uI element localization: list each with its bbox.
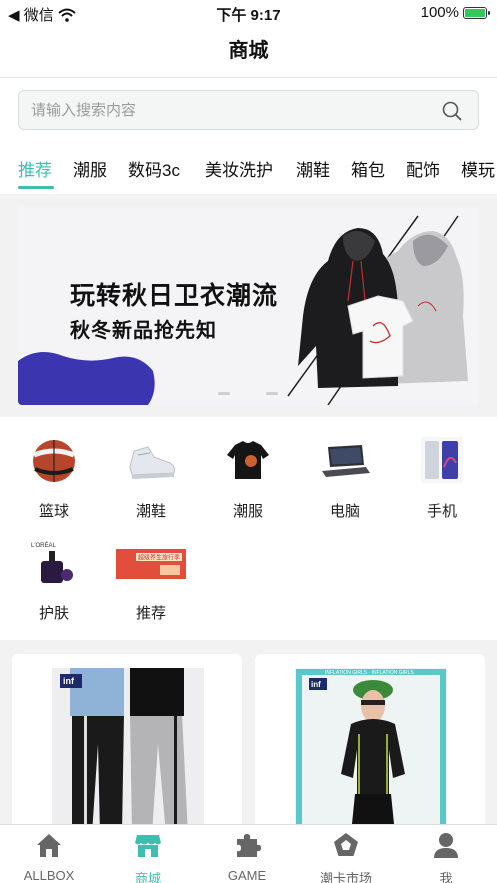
category-sneakers[interactable]: 潮鞋 — [121, 437, 181, 521]
carousel-dot[interactable] — [266, 392, 278, 395]
battery-icon — [463, 6, 490, 19]
category-skincare[interactable]: L'ORÉAL 护肤 — [24, 539, 84, 623]
bottom-nav: ALLBOX 商城 GAME 潮卡市场 我 — [0, 824, 497, 883]
store-icon — [135, 835, 161, 857]
carousel-indicator — [218, 392, 278, 395]
category-grid: 篮球 潮鞋 潮服 电脑 手机 L'ORÉAL 护肤 超级养生旅行季 推荐 — [0, 417, 497, 640]
nav-label: GAME — [227, 868, 267, 883]
search-icon[interactable] — [442, 101, 462, 121]
brand-logo: L'ORÉAL — [31, 542, 56, 549]
nav-item-allbox[interactable]: ALLBOX — [9, 831, 89, 883]
phone-icon — [421, 437, 463, 483]
nav-label: ALLBOX — [23, 868, 75, 883]
tab-fashion[interactable]: 潮服 — [73, 156, 107, 181]
page-title: 商城 — [0, 26, 497, 78]
brand-logo: inf — [63, 676, 75, 686]
category-tabs: 推荐 潮服 数码3c 美妆洗护 潮鞋 箱包 配饰 模玩 — [0, 142, 497, 194]
tshirt-icon — [227, 441, 269, 479]
nav-item-game[interactable]: GAME — [207, 831, 287, 883]
puzzle-icon — [237, 834, 261, 857]
product-image: INFLATION GIRLS · INFLATION GIRLS inf — [295, 668, 447, 834]
skincare-bottle-icon: L'ORÉAL — [31, 542, 73, 583]
search-input[interactable] — [31, 91, 431, 129]
status-bar: ◀ 微信 下午 9:17 100% — [0, 0, 497, 26]
nav-label: 商城 — [134, 871, 161, 883]
product-card[interactable]: inf — [12, 654, 242, 834]
status-right: 100% — [420, 4, 490, 21]
sneaker-icon — [129, 446, 175, 479]
tab-digital[interactable]: 数码3c — [128, 156, 180, 181]
app-screen: ◀ 微信 下午 9:17 100% 商城 推荐 潮服 数码3c 美妆洗护 — [0, 0, 497, 883]
tab-recommend[interactable]: 推荐 — [18, 156, 52, 181]
nav-item-card-market[interactable]: 潮卡市场 — [306, 831, 386, 883]
user-icon — [434, 833, 458, 858]
category-computers[interactable]: 电脑 — [315, 437, 375, 521]
category-label: 潮服 — [232, 503, 263, 520]
category-label: 手机 — [426, 503, 457, 520]
product-feed: inf INFLATION GIRLS · INFLATION GIRLS in… — [0, 640, 497, 834]
brand-logo: inf — [311, 680, 321, 689]
recommend-banner-icon: 超级养生旅行季 — [116, 549, 186, 579]
category-label: 篮球 — [38, 503, 69, 520]
category-label: 护肤 — [38, 605, 69, 622]
nav-label: 潮卡市场 — [319, 871, 372, 883]
active-tab-indicator — [18, 186, 54, 189]
carousel-dot[interactable] — [218, 392, 230, 395]
category-label: 潮鞋 — [135, 503, 166, 520]
search-bar[interactable] — [18, 90, 479, 130]
home-icon — [37, 834, 61, 857]
nav-item-store[interactable]: 商城 — [108, 831, 188, 883]
category-recommend[interactable]: 超级养生旅行季 推荐 — [116, 539, 186, 623]
recommend-badge-text: 超级养生旅行季 — [138, 554, 180, 562]
tab-shoes[interactable]: 潮鞋 — [296, 156, 330, 181]
search-section — [0, 78, 497, 142]
battery-percent: 100% — [420, 4, 459, 21]
nav-label: 我 — [439, 871, 453, 883]
tab-accessories[interactable]: 配饰 — [406, 156, 440, 181]
tab-models[interactable]: 模玩 — [461, 156, 495, 181]
tab-beauty[interactable]: 美妆洗护 — [205, 156, 273, 181]
nav-item-me[interactable]: 我 — [406, 831, 486, 883]
tab-bags[interactable]: 箱包 — [351, 156, 385, 181]
category-phones[interactable]: 手机 — [412, 437, 472, 521]
laptop-icon — [322, 445, 370, 477]
banner-subheadline: 秋冬新品抢先知 — [70, 320, 217, 342]
banner-headline: 玩转秋日卫衣潮流 — [70, 282, 279, 310]
product-card[interactable]: INFLATION GIRLS · INFLATION GIRLS inf — [255, 654, 485, 834]
promo-banner[interactable]: 玩转秋日卫衣潮流 秋冬新品抢先知 — [18, 206, 479, 405]
basketball-icon — [33, 440, 75, 482]
banner-section: 玩转秋日卫衣潮流 秋冬新品抢先知 — [0, 194, 497, 417]
category-label: 电脑 — [329, 503, 360, 520]
category-label: 推荐 — [135, 605, 166, 622]
category-basketball[interactable]: 篮球 — [24, 437, 84, 521]
pentagon-icon — [334, 833, 358, 856]
frame-text: INFLATION GIRLS · INFLATION GIRLS — [325, 670, 414, 676]
category-apparel[interactable]: 潮服 — [218, 437, 278, 521]
product-image: inf — [52, 668, 204, 834]
